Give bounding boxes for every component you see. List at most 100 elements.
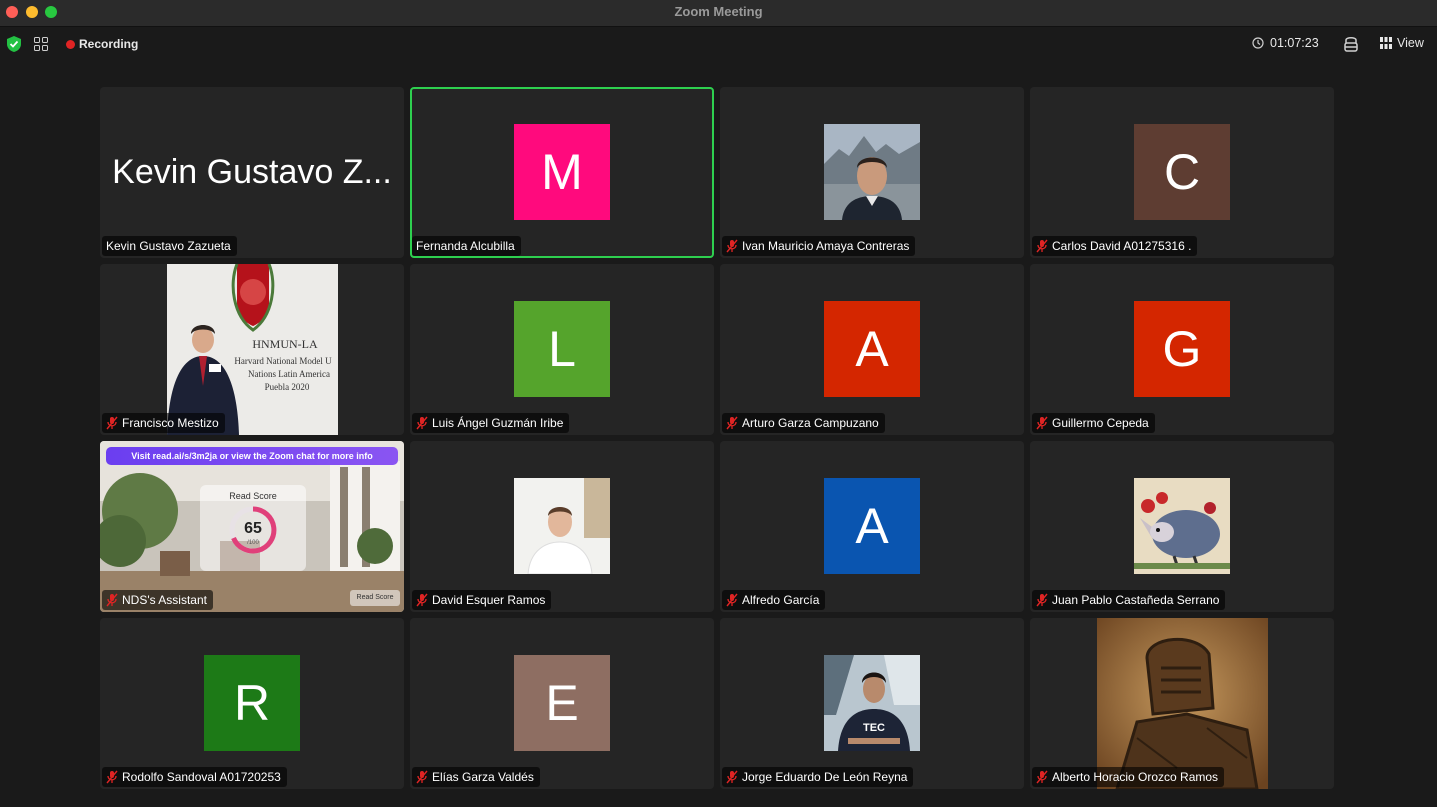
view-label: View: [1397, 36, 1424, 50]
muted-mic-icon: [726, 770, 738, 784]
participant-photo: [1134, 478, 1230, 574]
clock-icon: [1252, 37, 1264, 49]
muted-mic-icon: [106, 593, 118, 607]
read-score-button[interactable]: Read Score: [350, 590, 400, 606]
participant-tile[interactable]: Ivan Mauricio Amaya Contreras: [720, 87, 1024, 258]
avatar: A: [824, 478, 920, 574]
view-button[interactable]: View: [1372, 30, 1432, 56]
participant-photo: [824, 124, 920, 220]
participant-name: Jorge Eduardo De León Reyna: [742, 770, 908, 784]
poster-line3-text: Puebla 2020: [265, 382, 310, 392]
participant-tile[interactable]: L Luis Ángel Guzmán Iribe: [410, 264, 714, 435]
gallery-grid: Kevin Gustavo Z... Kevin Gustavo Zazueta…: [100, 87, 1334, 789]
participant-name-tag: Kevin Gustavo Zazueta: [102, 236, 237, 256]
participant-name-tag: Elías Garza Valdés: [412, 767, 540, 787]
participant-name-tag: Alberto Horacio Orozco Ramos: [1032, 767, 1225, 787]
participant-name-tag: Jorge Eduardo De León Reyna: [722, 767, 914, 787]
avatar: M: [514, 124, 610, 220]
participant-tile-app[interactable]: Visit read.ai/s/3m2ja or view the Zoom c…: [100, 441, 404, 612]
participant-name: Alberto Horacio Orozco Ramos: [1052, 770, 1219, 784]
participant-name: Luis Ángel Guzmán Iribe: [432, 416, 564, 430]
muted-mic-icon: [416, 593, 428, 607]
participant-name-tag: Alfredo García: [722, 590, 826, 610]
participant-name-tag: Juan Pablo Castañeda Serrano: [1032, 590, 1226, 610]
avatar: R: [204, 655, 300, 751]
score-title: Read Score: [229, 491, 277, 501]
participant-tile[interactable]: TEC Jorge Eduardo De León Reyna: [720, 618, 1024, 789]
muted-mic-icon: [1036, 416, 1048, 430]
score-value: 65: [244, 520, 262, 537]
participant-tile[interactable]: A Alfredo García: [720, 441, 1024, 612]
participant-name: Ivan Mauricio Amaya Contreras: [742, 239, 910, 253]
participant-tile[interactable]: Juan Pablo Castañeda Serrano: [1030, 441, 1334, 612]
immersive-view-icon[interactable]: [1340, 34, 1362, 54]
participant-name: Carlos David A01275316 .: [1052, 239, 1192, 253]
participant-name: Arturo Garza Campuzano: [742, 416, 879, 430]
participant-name: Francisco Mestizo: [122, 416, 219, 430]
muted-mic-icon: [106, 416, 118, 430]
participant-tile-active-speaker[interactable]: M Fernanda Alcubilla: [410, 87, 714, 258]
participant-name: Guillermo Cepeda: [1052, 416, 1149, 430]
muted-mic-icon: [1036, 239, 1048, 253]
meeting-info-grid-icon[interactable]: [34, 37, 48, 51]
meeting-topbar: Recording 01:07:23 View: [0, 27, 1437, 61]
participant-tile[interactable]: R Rodolfo Sandoval A01720253: [100, 618, 404, 789]
participant-tile[interactable]: C Carlos David A01275316 .: [1030, 87, 1334, 258]
muted-mic-icon: [1036, 770, 1048, 784]
muted-mic-icon: [416, 770, 428, 784]
participant-tile[interactable]: HNMUN-LA Harvard National Model U Nation…: [100, 264, 404, 435]
participant-name-tag: Rodolfo Sandoval A01720253: [102, 767, 287, 787]
participant-tile[interactable]: David Esquer Ramos: [410, 441, 714, 612]
window-title: Zoom Meeting: [674, 4, 763, 19]
participant-name-tag: Carlos David A01275316 .: [1032, 236, 1198, 256]
read-score-card: Read Score 65 /100: [200, 485, 306, 571]
app-info-banner[interactable]: Visit read.ai/s/3m2ja or view the Zoom c…: [106, 447, 398, 465]
meeting-timer: 01:07:23: [1244, 30, 1327, 56]
avatar: C: [1134, 124, 1230, 220]
poster-org-text: HNMUN-LA: [252, 337, 318, 351]
participant-name: Alfredo García: [742, 593, 820, 607]
window-titlebar: Zoom Meeting: [0, 0, 1437, 27]
participant-photo: [514, 478, 610, 574]
participant-name-tag: Arturo Garza Campuzano: [722, 413, 885, 433]
avatar: L: [514, 301, 610, 397]
timer-value: 01:07:23: [1270, 36, 1319, 50]
participant-tile[interactable]: G Guillermo Cepeda: [1030, 264, 1334, 435]
muted-mic-icon: [106, 770, 118, 784]
view-grid-icon: [1380, 37, 1392, 49]
participant-tile[interactable]: A Arturo Garza Campuzano: [720, 264, 1024, 435]
shirt-text: TEC: [863, 722, 885, 734]
participant-photo: HNMUN-LA Harvard National Model U Nation…: [167, 264, 338, 435]
avatar: E: [514, 655, 610, 751]
poster-line2-text: Nations Latin America: [248, 369, 330, 379]
participant-name: Rodolfo Sandoval A01720253: [122, 770, 281, 784]
poster-line1-text: Harvard National Model U: [234, 356, 332, 366]
participant-name-tag: Ivan Mauricio Amaya Contreras: [722, 236, 916, 256]
score-scale: /100: [247, 540, 259, 546]
participant-name-tag: Luis Ángel Guzmán Iribe: [412, 413, 570, 433]
participant-photo: [1097, 618, 1268, 789]
participant-name-tag: David Esquer Ramos: [412, 590, 552, 610]
participant-name-tag: Fernanda Alcubilla: [412, 236, 521, 256]
participant-name: Kevin Gustavo Zazueta: [106, 239, 231, 253]
avatar: A: [824, 301, 920, 397]
participant-photo: TEC: [824, 655, 920, 751]
participant-name: Elías Garza Valdés: [432, 770, 534, 784]
participant-name: David Esquer Ramos: [432, 593, 546, 607]
participant-name-display: Kevin Gustavo Z...: [112, 153, 392, 191]
participant-tile[interactable]: Kevin Gustavo Z... Kevin Gustavo Zazueta: [100, 87, 404, 258]
recording-label: Recording: [79, 37, 139, 51]
participant-name-tag: Francisco Mestizo: [102, 413, 225, 433]
security-shield-icon[interactable]: [7, 36, 21, 52]
participant-name-tag: NDS's Assistant: [102, 590, 213, 610]
muted-mic-icon: [726, 239, 738, 253]
muted-mic-icon: [726, 593, 738, 607]
participant-tile[interactable]: E Elías Garza Valdés: [410, 618, 714, 789]
recording-dot-icon: [66, 39, 75, 49]
participant-name: NDS's Assistant: [122, 593, 207, 607]
recording-indicator[interactable]: Recording: [62, 35, 138, 53]
participant-name: Fernanda Alcubilla: [416, 239, 515, 253]
participant-tile[interactable]: Alberto Horacio Orozco Ramos: [1030, 618, 1334, 789]
participant-name: Juan Pablo Castañeda Serrano: [1052, 593, 1220, 607]
avatar: G: [1134, 301, 1230, 397]
